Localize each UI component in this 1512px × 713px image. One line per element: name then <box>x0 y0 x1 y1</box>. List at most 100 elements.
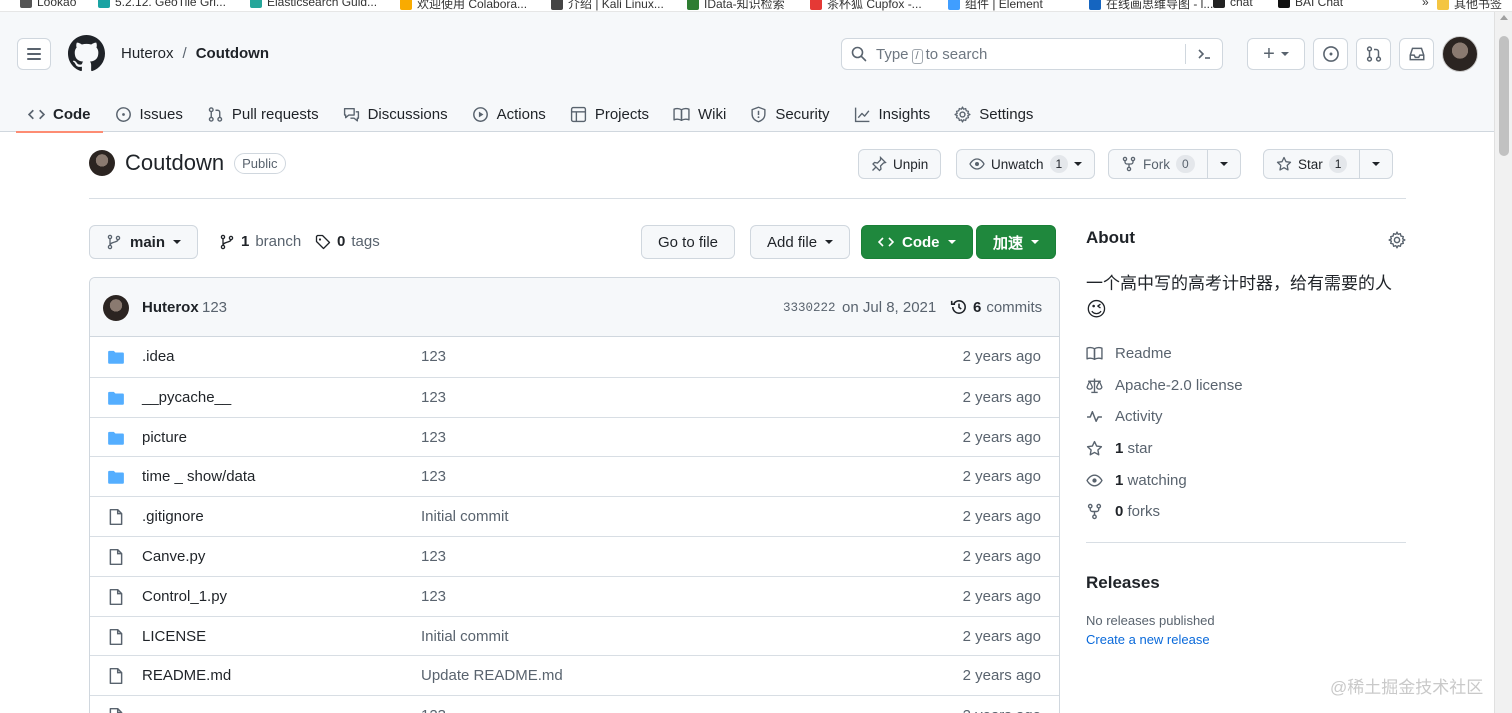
fork-button[interactable]: Fork 0 <box>1108 149 1241 179</box>
file-row[interactable]: README.md Update README.md 2 years ago <box>90 655 1059 696</box>
folder-icon <box>108 350 124 364</box>
command-palette-icon[interactable] <box>1196 46 1212 62</box>
star-button[interactable]: Star 1 <box>1263 149 1394 179</box>
commit-author[interactable]: Huterox <box>142 299 199 316</box>
tab-settings[interactable]: Settings <box>942 96 1045 132</box>
file-commit-message[interactable]: 123 <box>421 548 446 565</box>
breadcrumb-repo[interactable]: Coutdown <box>196 45 269 62</box>
bookmark-item[interactable]: 介绍 | Kali Linux... <box>551 0 664 11</box>
file-name[interactable]: picture <box>142 429 187 446</box>
file-commit-message[interactable]: 123 <box>421 468 446 485</box>
file-name[interactable]: Control_1.py <box>142 588 227 605</box>
tab-actions[interactable]: Actions <box>460 96 558 132</box>
file-row[interactable]: 123 2 years ago <box>90 695 1059 713</box>
tags-link[interactable]: 0 tags <box>315 233 380 250</box>
tab-security[interactable]: Security <box>738 96 841 132</box>
bookmark-item[interactable]: » <box>1405 0 1429 9</box>
tab-projects[interactable]: Projects <box>558 96 661 132</box>
repo-name[interactable]: Coutdown <box>125 150 224 176</box>
bookmark-item[interactable]: 其他书签 <box>1437 0 1502 11</box>
file-row[interactable]: picture 123 2 years ago <box>90 416 1059 457</box>
file-commit-message[interactable]: 123 <box>421 348 446 365</box>
file-name[interactable]: time _ show/data <box>142 468 255 485</box>
file-commit-message[interactable]: 123 <box>421 429 446 446</box>
bookmark-item[interactable]: 组件 | Element <box>948 0 1043 11</box>
bookmark-item[interactable]: 5.2.12. GeoTile Gri... <box>98 0 226 9</box>
add-file-button[interactable]: Add file <box>750 225 851 259</box>
bookmark-item[interactable]: IData-知识检索 <box>687 0 785 11</box>
branches-link[interactable]: 1 branch <box>219 233 301 250</box>
tab-pull-requests[interactable]: Pull requests <box>195 96 331 132</box>
bookmark-item[interactable]: 欢迎使用 Colabora... <box>400 0 527 11</box>
about-sidebar: About 一个高中写的高考计时器，给有需要的人 😉 Readme Apache-2… <box>1086 228 1406 647</box>
search-input[interactable]: Type / to search <box>841 38 1223 70</box>
file-commit-message[interactable]: Update README.md <box>421 667 563 684</box>
about-link-activity[interactable]: Activity <box>1086 401 1406 433</box>
commit-sha[interactable]: 3330222 <box>783 301 836 315</box>
create-release-link[interactable]: Create a new release <box>1086 632 1406 647</box>
file-row[interactable]: .idea 123 2 years ago <box>90 337 1059 377</box>
user-avatar[interactable] <box>1442 36 1478 72</box>
file-commit-message[interactable]: Initial commit <box>421 628 509 645</box>
unpin-button[interactable]: Unpin <box>858 149 942 179</box>
bookmark-favicon-icon <box>400 0 412 10</box>
bookmark-item[interactable]: 茶杯狐 Cupfox -... <box>810 0 922 11</box>
about-link-forks[interactable]: 0 forks <box>1086 496 1406 528</box>
breadcrumb-owner[interactable]: Huterox <box>121 45 174 62</box>
file-name[interactable]: .gitignore <box>142 508 204 525</box>
about-link-star[interactable]: 1 star <box>1086 433 1406 465</box>
bookmark-item[interactable]: Elasticsearch Guid... <box>250 0 377 9</box>
author-avatar[interactable] <box>103 295 129 321</box>
code-button[interactable]: Code <box>861 225 973 259</box>
releases-title[interactable]: Releases <box>1086 573 1406 593</box>
file-row[interactable]: LICENSE Initial commit 2 years ago <box>90 615 1059 656</box>
scrollbar[interactable] <box>1494 12 1512 713</box>
bookmark-item[interactable]: chat <box>1213 0 1253 9</box>
tab-wiki[interactable]: Wiki <box>661 96 738 132</box>
github-logo-icon[interactable] <box>68 35 105 72</box>
file-name[interactable]: __pycache__ <box>142 389 231 406</box>
inbox-button[interactable] <box>1399 38 1434 70</box>
file-commit-message[interactable]: 123 <box>421 389 446 406</box>
star-list-button[interactable] <box>1359 150 1392 178</box>
file-commit-message[interactable]: Initial commit <box>421 508 509 525</box>
file-row[interactable]: Control_1.py 123 2 years ago <box>90 575 1059 616</box>
bookmark-item[interactable]: BAI Chat <box>1278 0 1343 9</box>
file-name[interactable]: LICENSE <box>142 628 206 645</box>
go-to-file-button[interactable]: Go to file <box>641 225 736 259</box>
actions-icon <box>472 106 488 122</box>
file-commit-message[interactable]: 123 <box>421 588 446 605</box>
fork-menu-button[interactable] <box>1206 150 1240 178</box>
tab-code[interactable]: Code <box>16 96 103 133</box>
file-name[interactable]: Canve.py <box>142 548 205 565</box>
gear-icon[interactable] <box>1388 231 1406 249</box>
unwatch-button[interactable]: Unwatch 1 <box>956 149 1096 179</box>
about-link-apache-20[interactable]: Apache-2.0 license <box>1086 370 1406 402</box>
branch-select-button[interactable]: main <box>89 225 199 259</box>
fork-count: 0 <box>1176 155 1195 173</box>
issues-button[interactable] <box>1313 38 1348 70</box>
file-commit-message[interactable]: 123 <box>421 707 446 713</box>
about-link-watching[interactable]: 1 watching <box>1086 464 1406 496</box>
pull-requests-button[interactable] <box>1356 38 1391 70</box>
commits-link[interactable]: 6 commits <box>950 298 1042 316</box>
file-name[interactable]: README.md <box>142 667 231 684</box>
repo-nav: Code Issues Pull requests Discussions Action… <box>16 96 1045 133</box>
file-name[interactable]: .idea <box>142 348 175 365</box>
file-row[interactable]: __pycache__ 123 2 years ago <box>90 376 1059 417</box>
file-row[interactable]: time _ show/data 123 2 years ago <box>90 456 1059 497</box>
commit-message[interactable]: 123 <box>202 299 227 316</box>
menu-button[interactable] <box>17 38 51 70</box>
create-new-button[interactable]: + <box>1247 38 1305 70</box>
owner-avatar[interactable] <box>89 150 115 176</box>
speedup-button[interactable]: 加速 <box>976 225 1057 259</box>
tab-insights[interactable]: Insights <box>842 96 943 132</box>
tab-discussions[interactable]: Discussions <box>331 96 460 132</box>
file-row[interactable]: .gitignore Initial commit 2 years ago <box>90 496 1059 536</box>
pull-request-icon <box>208 106 223 122</box>
bookmark-item[interactable]: Lookao <box>20 0 76 9</box>
file-row[interactable]: Canve.py 123 2 years ago <box>90 535 1059 576</box>
about-link-readme[interactable]: Readme <box>1086 338 1406 370</box>
bookmark-item[interactable]: 在线画思维导图 - l... <box>1089 0 1213 11</box>
tab-issues[interactable]: Issues <box>103 96 195 132</box>
